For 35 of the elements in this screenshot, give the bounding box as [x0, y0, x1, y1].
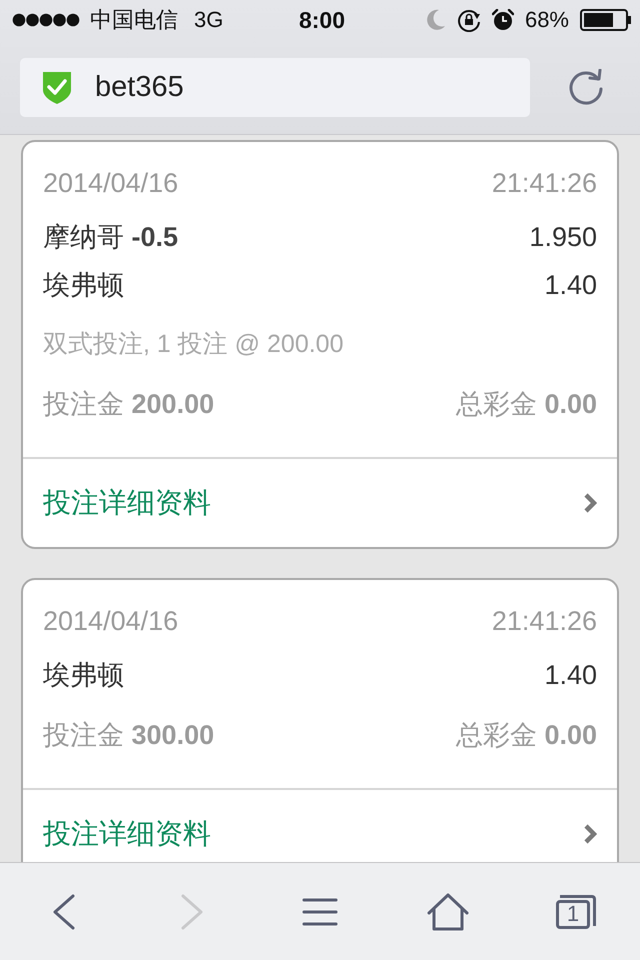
- bet-time: 21:41:26: [492, 608, 597, 634]
- refresh-icon: [568, 69, 604, 105]
- battery-percentage: 68%: [524, 9, 569, 31]
- signal-icon: [12, 13, 80, 27]
- carrier-name: 中国电信: [90, 9, 178, 31]
- network-type: 3G: [194, 9, 224, 31]
- stake-amount: 投注金 200.00: [43, 390, 214, 418]
- bet-date: 2014/04/16: [43, 170, 178, 196]
- chevron-right-icon: [583, 492, 597, 514]
- total-returns: 总彩金 0.00: [456, 390, 597, 418]
- bet-details-link[interactable]: 投注详细资料: [43, 489, 211, 517]
- menu-icon: [302, 898, 338, 926]
- selection-name: 摩纳哥 -0.5: [43, 224, 178, 250]
- alarm-clock-icon: [492, 9, 514, 31]
- home-icon: [427, 892, 469, 930]
- stake-amount: 投注金 300.00: [43, 722, 214, 748]
- selection-odds: 1.40: [544, 662, 597, 688]
- chevron-right-icon: [583, 823, 597, 845]
- address-field[interactable]: bet365: [20, 58, 530, 116]
- selection-odds: 1.40: [544, 272, 597, 298]
- rotation-lock-icon: [456, 8, 481, 32]
- bet-details-link[interactable]: 投注详细资料: [43, 820, 211, 848]
- selection-name: 埃弗顿: [43, 272, 124, 298]
- moon-icon: [426, 9, 446, 31]
- selection-name: 埃弗顿: [43, 662, 124, 688]
- refresh-button[interactable]: [568, 69, 604, 105]
- total-returns: 总彩金 0.00: [456, 722, 597, 748]
- battery-icon: [580, 9, 632, 31]
- selection-odds: 1.950: [529, 224, 597, 250]
- bet-type: 双式投注, 1 投注 @ 200.00: [43, 332, 344, 356]
- bet-time: 21:41:26: [492, 170, 597, 196]
- chevron-left-icon: [53, 894, 75, 930]
- bet-date: 2014/04/16: [43, 608, 178, 634]
- chevron-right-icon: [181, 894, 203, 930]
- clock-time: 8:00: [298, 8, 346, 32]
